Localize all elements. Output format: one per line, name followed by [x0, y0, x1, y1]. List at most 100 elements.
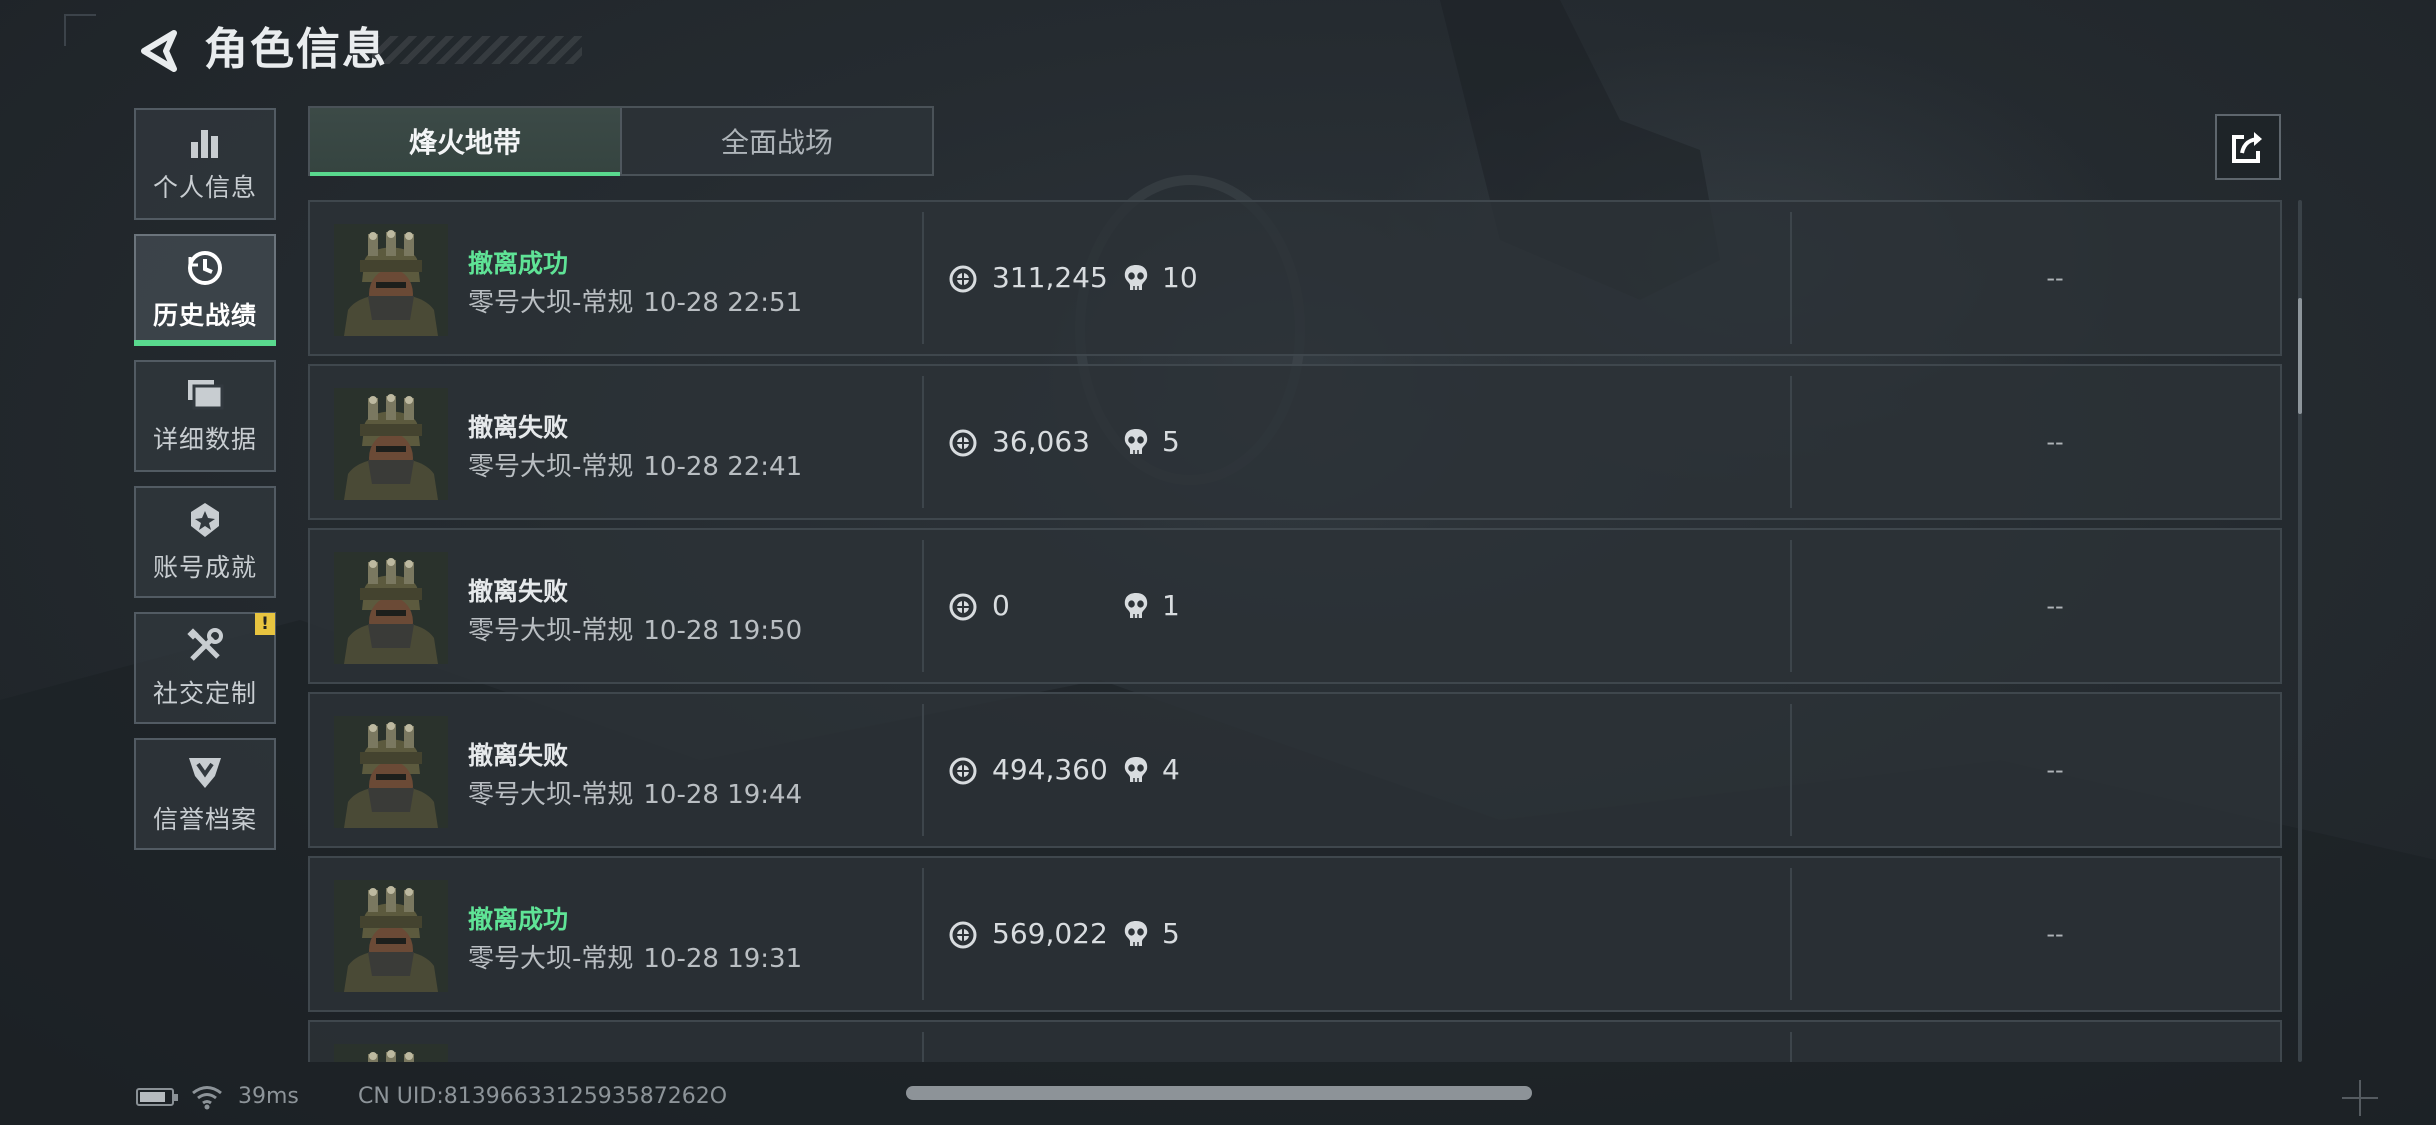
kill-count: 1	[1162, 589, 1180, 622]
operator-avatar	[334, 224, 448, 336]
loot-value: 569,022	[992, 917, 1108, 950]
share-icon	[2232, 132, 2262, 163]
column-divider	[1790, 540, 1792, 672]
match-record-row[interactable]: 撤离成功 零号大坝-常规 10-28 19:31 569,022 5 --	[308, 856, 2282, 1012]
tab-full-battlefield[interactable]: 全面战场	[620, 108, 932, 174]
operator-avatar	[334, 1044, 448, 1062]
sidebar-item-achievements[interactable]: 账号成就	[134, 486, 276, 598]
wifi-icon	[192, 1086, 222, 1110]
map-name: 零号大坝-常规	[468, 780, 634, 810]
skull-icon	[1122, 919, 1150, 953]
match-time: 10-28 19:44	[643, 780, 803, 810]
match-time: 10-28 22:41	[643, 452, 803, 482]
column-divider	[1790, 704, 1792, 836]
sidebar-item-label: 社交定制	[152, 679, 257, 708]
back-button[interactable]	[132, 24, 188, 78]
sidebar-item-label: 历史战绩	[152, 301, 257, 330]
ping-readout: 39ms	[238, 1084, 299, 1109]
column-divider	[922, 212, 924, 344]
extraction-status: 撤离失败	[468, 577, 569, 606]
coin-icon	[948, 920, 978, 954]
credit-shield-icon	[189, 758, 221, 788]
title-hatch-decoration	[372, 36, 582, 64]
match-time: 10-28 19:31	[643, 944, 803, 974]
kill-count: 4	[1162, 753, 1180, 786]
loot-value: 0	[992, 589, 1010, 622]
match-record-row[interactable]: 撤离失败 零号大坝-常规 10-28 19:50 0 1 --	[308, 528, 2282, 684]
mode-tabs: 烽火地带 全面战场	[308, 106, 934, 176]
share-button[interactable]	[2215, 114, 2281, 180]
column-divider	[922, 376, 924, 508]
extraction-status: 撤离失败	[468, 413, 569, 442]
sidebar-item-label: 账号成就	[152, 553, 257, 582]
column-divider	[922, 540, 924, 672]
skull-icon	[1122, 427, 1150, 461]
map-name: 零号大坝-常规	[468, 288, 634, 318]
column-divider	[922, 704, 924, 836]
extra-value: --	[2046, 756, 2064, 784]
map-name: 零号大坝-常规	[468, 616, 634, 646]
loot-value: 36,063	[992, 425, 1090, 458]
scrollbar-thumb[interactable]	[2298, 298, 2302, 414]
match-record-row[interactable]: 撤离失败 零号大坝-常规 10-28 22:41 36,063 5 --	[308, 364, 2282, 520]
extraction-status: 撤离失败	[468, 741, 569, 770]
extra-value: --	[2046, 920, 2064, 948]
sidebar-item-social-custom[interactable]: 社交定制 !	[134, 612, 276, 724]
corner-bracket	[64, 14, 96, 46]
sidebar-item-detailed-data[interactable]: 详细数据	[134, 360, 276, 472]
match-meta: 零号大坝-常规 10-28 19:50	[468, 610, 802, 647]
sidebar-item-personal-info[interactable]: 个人信息	[134, 108, 276, 220]
column-divider	[1790, 376, 1792, 508]
coin-icon	[948, 264, 978, 298]
sidebar-item-match-history[interactable]: 历史战绩	[134, 234, 276, 346]
tab-fire-zone[interactable]: 烽火地带	[310, 108, 620, 176]
page-title: 角色信息	[204, 24, 388, 75]
sidebar-item-credit-record[interactable]: 信誉档案	[134, 738, 276, 850]
match-record-row[interactable]: 撤离失败 零号大坝-常规 10-28 19:44 494,360 4 --	[308, 692, 2282, 848]
column-divider	[922, 868, 924, 1000]
kill-count: 5	[1162, 917, 1180, 950]
extra-value: --	[2046, 264, 2064, 292]
column-divider	[1790, 868, 1792, 1000]
extraction-status: 撤离成功	[468, 905, 569, 934]
match-meta: 零号大坝-常规 10-28 19:31	[468, 938, 802, 975]
operator-avatar	[334, 880, 448, 992]
warning-badge: !	[255, 613, 275, 635]
map-name: 零号大坝-常规	[468, 452, 634, 482]
skull-icon	[1122, 263, 1150, 297]
user-uid: CN UID:8139663312593587262O	[358, 1084, 728, 1109]
clock-icon	[188, 251, 222, 285]
sidebar-item-label: 详细数据	[152, 425, 257, 454]
loot-value: 311,245	[992, 261, 1108, 294]
extraction-status: 撤离成功	[468, 249, 569, 278]
coin-icon	[948, 428, 978, 462]
bar-chart-icon	[191, 130, 218, 158]
match-record-list[interactable]: 撤离成功 零号大坝-常规 10-28 22:51 311,245 10 -- 撤离…	[308, 200, 2284, 1062]
match-record-row-partial[interactable]	[308, 1020, 2282, 1062]
skull-icon	[1122, 755, 1150, 789]
operator-avatar	[334, 716, 448, 828]
kill-count: 10	[1162, 261, 1198, 294]
home-indicator[interactable]	[906, 1086, 1532, 1100]
sidebar-item-label: 信誉档案	[152, 805, 257, 834]
skull-icon	[1122, 591, 1150, 625]
back-arrow-icon	[141, 30, 177, 72]
column-divider	[1790, 212, 1792, 344]
medal-icon	[191, 503, 219, 537]
match-time: 10-28 19:50	[643, 616, 803, 646]
battery-icon	[136, 1088, 178, 1106]
extra-value: --	[2046, 428, 2064, 456]
map-name: 零号大坝-常规	[468, 944, 634, 974]
tools-icon	[187, 628, 223, 661]
crosshair-mark-icon	[2342, 1080, 2378, 1116]
kill-count: 5	[1162, 425, 1180, 458]
match-record-row[interactable]: 撤离成功 零号大坝-常规 10-28 22:51 311,245 10 --	[308, 200, 2282, 356]
column-divider	[1790, 1032, 1792, 1062]
folders-icon	[188, 380, 224, 410]
column-divider	[922, 1032, 924, 1062]
loot-value: 494,360	[992, 753, 1108, 786]
match-meta: 零号大坝-常规 10-28 19:44	[468, 774, 802, 811]
extra-value: --	[2046, 592, 2064, 620]
coin-icon	[948, 592, 978, 626]
match-meta: 零号大坝-常规 10-28 22:41	[468, 446, 802, 483]
